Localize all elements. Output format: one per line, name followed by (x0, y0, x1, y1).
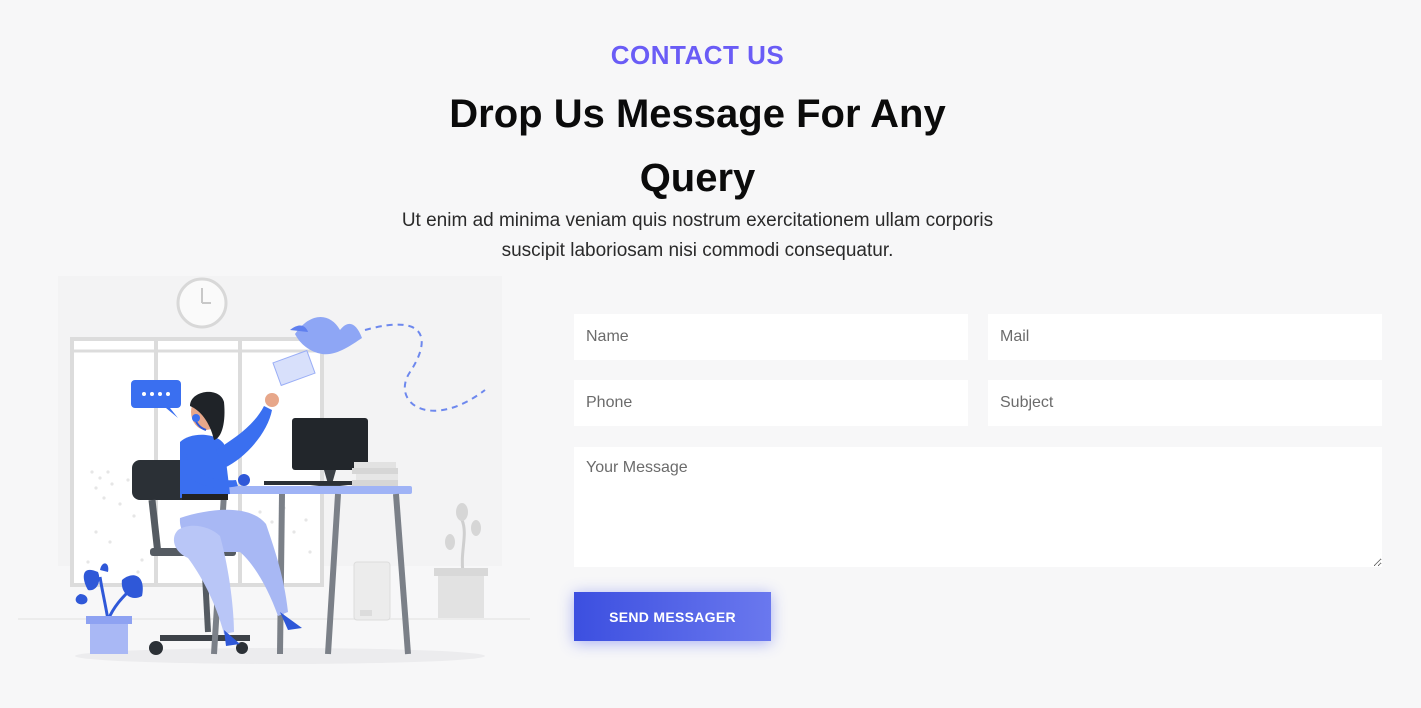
subject-input[interactable] (988, 380, 1382, 426)
trash-bin-icon (353, 561, 391, 621)
section-eyebrow: CONTACT US (610, 40, 785, 70)
name-input[interactable] (574, 314, 968, 360)
mail-input[interactable] (988, 314, 1382, 360)
section-title-line2: Query (639, 156, 756, 200)
section-subtitle: Ut enim ad minima veniam quis nostrum ex… (0, 206, 1395, 266)
section-title-line1: Drop Us Message For Any (449, 92, 946, 136)
customer-support-illustration (18, 276, 530, 664)
paper-stack-icon (352, 462, 398, 486)
subtitle-line1: Ut enim ad minima veniam quis nostrum ex… (401, 210, 994, 231)
section-title: Drop Us Message For Any Query (0, 82, 1395, 210)
send-message-button[interactable]: SEND MESSAGER (574, 592, 771, 641)
phone-input[interactable] (574, 380, 968, 426)
subtitle-line2: suscipit laboriosam nisi commodi consequ… (501, 240, 894, 261)
message-textarea[interactable] (574, 447, 1382, 567)
wall-clock-icon (176, 277, 228, 329)
